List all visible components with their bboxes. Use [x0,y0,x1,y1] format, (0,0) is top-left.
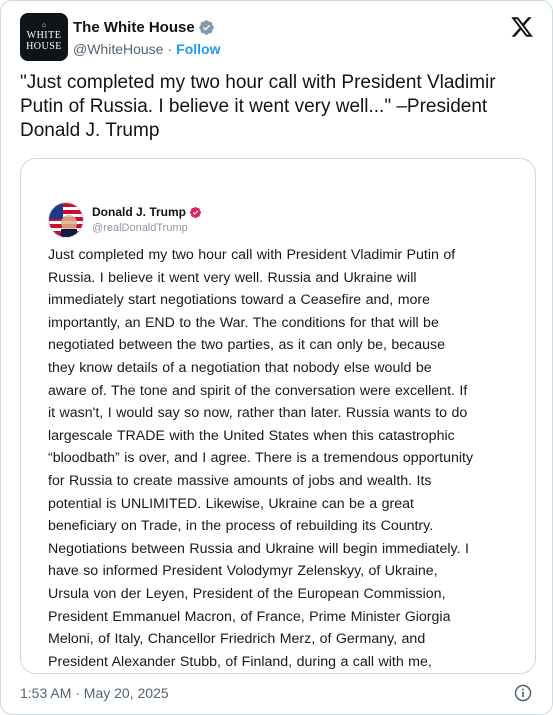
avatar-logo-word-2: HOUSE [26,41,62,52]
quoted-text-line: largescale TRADE with the United States … [48,427,455,444]
quoted-text-line: for Russia to create massive amounts of … [48,472,432,489]
verified-badge-icon [189,206,202,218]
author-display-name[interactable]: The White House [73,19,195,36]
quoted-text-line: aware of. The tone and spirit of the con… [48,382,468,399]
quoted-author-display-name[interactable]: Donald J. Trump [92,205,186,219]
info-icon[interactable] [513,683,533,703]
post-text: "Just completed my two hour call with Pr… [20,72,496,141]
follow-button[interactable]: Follow [176,41,220,57]
author-avatar[interactable]: ⌂ WHITE HOUSE [20,13,68,61]
verified-badge-icon [198,19,214,35]
quoted-text-line: Ursula von der Leyen, President of the E… [48,585,446,602]
quoted-text-line: it wasn't, I would say so now, rather th… [48,405,468,422]
quoted-text-line: Negotiations between Russia and Ukraine … [48,540,469,557]
quoted-text-line: importantly, an END to the War. The cond… [48,314,439,331]
embedded-post-card: ⌂ WHITE HOUSE The White House @WhiteHous… [0,0,553,715]
quoted-post-text: Just completed my two hour call with Pre… [48,244,518,673]
white-house-emblem-icon: ⌂ [41,21,47,29]
author-name-block: The White House @WhiteHouse · Follow [73,17,220,59]
quoted-text-line: Just completed my two hour call with Pre… [48,247,456,263]
separator-dot: · [167,41,173,57]
quoted-text-line: “bloodbath” is over, and I agree. There … [48,450,474,467]
quoted-text-line: President Alexander Stubb, of Finland, d… [48,653,432,670]
post-footer: 1:53 AM · May 20, 2025 [20,682,533,704]
flag-portrait-icon [49,203,83,237]
quoted-post[interactable]: Donald J. Trump @realDonaldTrump Just co… [20,158,536,674]
quoted-author-name-block: Donald J. Trump @realDonaldTrump [92,204,202,234]
author-handle[interactable]: @WhiteHouse [73,41,163,57]
quoted-text-line: President Emmanuel Macron, of France, Pr… [48,608,451,625]
quoted-author-handle[interactable]: @realDonaldTrump [92,222,202,234]
post-header: ⌂ WHITE HOUSE The White House @WhiteHous… [20,13,538,63]
quoted-author-avatar[interactable] [48,202,84,238]
quoted-text-line: they know details of a negotiation that … [48,359,432,376]
quoted-text-line: immediately start negotiations toward a … [48,292,431,309]
quoted-text-line: negotiated between the two parties, as i… [48,337,445,354]
x-logo-icon[interactable] [510,15,534,39]
quoted-text-line: Meloni, of Italy, Chancellor Friedrich M… [48,631,426,648]
quoted-text-line: have so informed President Volodymyr Zel… [48,563,438,580]
quoted-text-line: beneficiary on Trade, in the process of … [48,518,434,535]
quoted-text-line: potential is UNLIMITED. Likewise, Ukrain… [48,495,414,512]
post-timestamp[interactable]: 1:53 AM · May 20, 2025 [20,685,169,701]
avatar-logo-word-1: WHITE [26,30,62,41]
quoted-text-line: Russia. I believe it went very well. Rus… [48,269,417,286]
